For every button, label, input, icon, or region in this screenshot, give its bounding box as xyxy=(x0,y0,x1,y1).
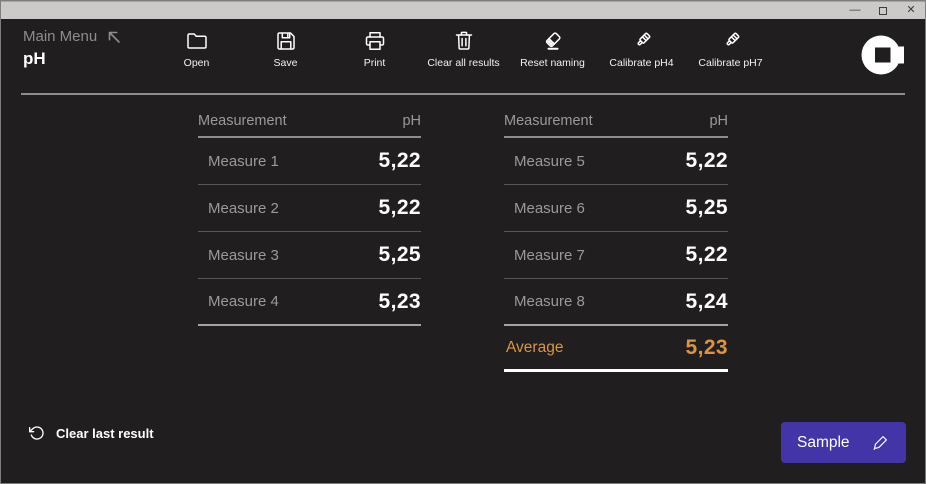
maximize-icon xyxy=(879,6,887,15)
rotate-ccw-icon xyxy=(29,426,44,440)
save-icon xyxy=(276,32,295,50)
measurement-table-right: Measurement pH Measure 5 5,22 Measure 6 5,2… xyxy=(504,111,728,372)
close-button[interactable]: ✕ xyxy=(897,2,925,20)
measure-label: Measure 5 xyxy=(514,152,585,170)
sample-button[interactable]: Sample xyxy=(781,422,906,463)
table-row: Measure 1 5,22 xyxy=(198,138,421,185)
toolbar: Open Save Print Clear all results Reset … xyxy=(152,29,775,69)
clear-last-result-label: Clear last result xyxy=(56,425,154,441)
brand-logo-icon xyxy=(861,35,904,75)
printer-icon xyxy=(365,32,384,50)
maximize-button[interactable] xyxy=(869,2,897,20)
measure-label: Measure 6 xyxy=(514,199,585,217)
page-title: pH xyxy=(23,49,46,68)
toolbar-label: Reset naming xyxy=(520,57,585,69)
average-value: 5,23 xyxy=(685,335,728,359)
table-row: Measure 8 5,24 xyxy=(504,279,728,326)
open-button[interactable]: Open xyxy=(152,29,241,69)
ph-value: 5,25 xyxy=(685,196,728,219)
table-row: Measure 3 5,25 xyxy=(198,232,421,279)
toolbar-label: Print xyxy=(363,57,386,69)
window-titlebar: — ✕ xyxy=(1,1,925,19)
ph-value: 5,23 xyxy=(378,289,421,313)
measure-label: Measure 4 xyxy=(208,293,279,310)
clear-last-result-button[interactable]: Clear last result xyxy=(29,425,154,441)
header: Main Menu pH Open Save Print Clear all r… xyxy=(1,19,925,95)
table-row: Measure 2 5,22 xyxy=(198,185,421,232)
column-header-measurement: Measurement xyxy=(198,113,287,129)
trash-icon xyxy=(455,31,472,50)
app-window: — ✕ Main Menu pH Open Save Print Clear a… xyxy=(0,0,926,484)
table-row: Measure 6 5,25 xyxy=(504,185,728,232)
column-header-measurement: Measurement xyxy=(504,113,593,129)
calibrate-ph4-button[interactable]: Calibrate pH4 xyxy=(597,29,686,69)
header-divider xyxy=(21,93,905,95)
toolbar-label: Calibrate pH7 xyxy=(698,57,763,69)
ph-value: 5,22 xyxy=(685,149,728,172)
toolbar-label: Calibrate pH4 xyxy=(609,57,674,69)
toolbar-label: Save xyxy=(273,57,298,69)
table-header: Measurement pH xyxy=(198,111,421,138)
ph-value: 5,25 xyxy=(378,243,421,266)
toolbar-label: Clear all results xyxy=(427,57,500,69)
clear-all-results-button[interactable]: Clear all results xyxy=(419,29,508,69)
arrow-up-left-icon xyxy=(108,31,121,43)
probe-icon xyxy=(725,32,739,46)
table-row: Measure 7 5,22 xyxy=(504,232,728,279)
measure-label: Measure 7 xyxy=(514,246,585,264)
toolbar-label: Open xyxy=(183,57,210,69)
ph-value: 5,22 xyxy=(685,243,728,266)
ph-value: 5,22 xyxy=(378,149,421,172)
main-menu-back-button[interactable]: Main Menu pH xyxy=(23,28,122,69)
main-menu-label: Main Menu xyxy=(23,28,98,45)
save-button[interactable]: Save xyxy=(241,29,330,69)
measure-label: Measure 3 xyxy=(208,246,279,264)
table-body: Measure 5 5,22 Measure 6 5,25 Measure 7 5,22 M… xyxy=(504,138,728,326)
average-label: Average xyxy=(506,338,564,356)
measure-label: Measure 1 xyxy=(208,152,279,170)
minimize-button[interactable]: — xyxy=(841,2,869,20)
column-header-ph: pH xyxy=(709,113,728,129)
ph-value: 5,24 xyxy=(685,289,728,313)
table-body: Measure 1 5,22 Measure 2 5,22 Measure 3 5,25 M… xyxy=(198,138,421,326)
table-header: Measurement pH xyxy=(504,111,728,138)
sample-button-label: Sample xyxy=(797,433,850,451)
print-button[interactable]: Print xyxy=(330,29,419,69)
ph-value: 5,22 xyxy=(378,196,421,219)
pencil-icon xyxy=(873,436,887,450)
measure-label: Measure 8 xyxy=(514,293,585,310)
table-row: Measure 4 5,23 xyxy=(198,279,421,326)
probe-icon xyxy=(636,32,650,46)
table-row: Measure 5 5,22 xyxy=(504,138,728,185)
reset-naming-button[interactable]: Reset naming xyxy=(508,29,597,69)
eraser-icon xyxy=(545,32,561,50)
folder-icon xyxy=(186,33,207,49)
column-header-ph: pH xyxy=(402,113,421,129)
calibrate-ph7-button[interactable]: Calibrate pH7 xyxy=(686,29,775,69)
measure-label: Measure 2 xyxy=(208,199,279,217)
measurement-table-left: Measurement pH Measure 1 5,22 Measure 2 5,2… xyxy=(198,111,421,326)
average-row: Average 5,23 xyxy=(504,326,728,372)
